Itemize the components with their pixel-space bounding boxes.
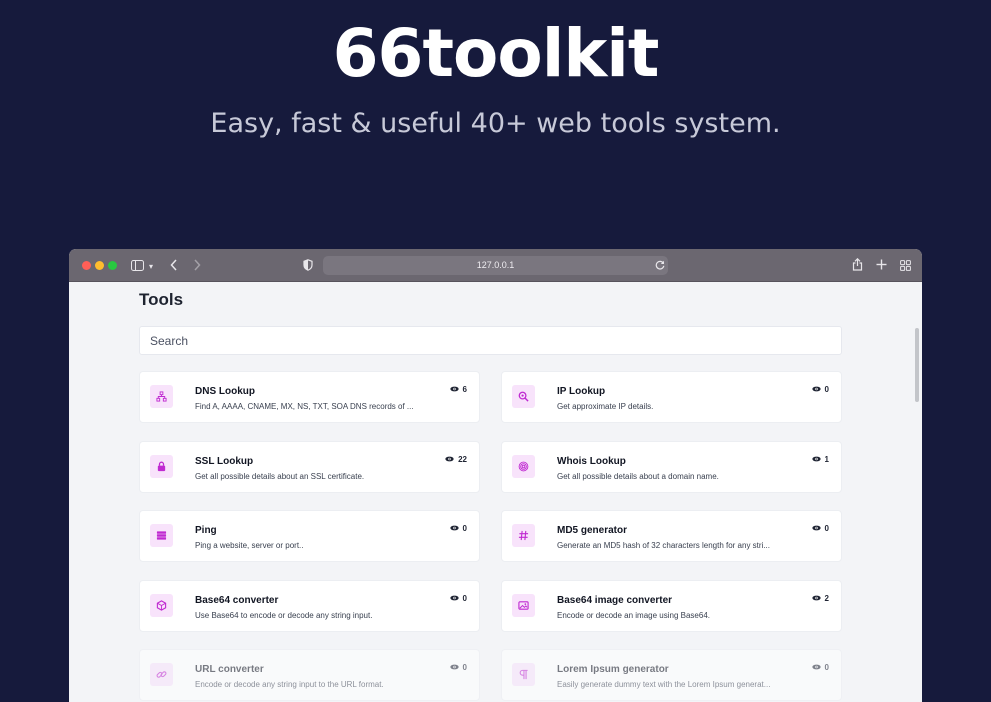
hero-subtitle: Easy, fast & useful 40+ web tools system… xyxy=(210,108,781,139)
tool-description: Find A, AAAA, CNAME, MX, NS, TXT, SOA DN… xyxy=(195,402,414,411)
views-badge: 6 xyxy=(449,385,467,394)
tool-description: Get all possible details about a domain … xyxy=(557,471,719,481)
tool-card[interactable]: Ping Ping a website, server or port.. 0 xyxy=(139,510,480,562)
tool-card[interactable]: IP Lookup Get approximate IP details. 0 xyxy=(501,371,842,423)
tool-name[interactable]: Ping xyxy=(195,525,217,536)
search-input[interactable] xyxy=(139,326,842,355)
tool-card[interactable]: MD5 generator Generate an MD5 hash of 32 … xyxy=(501,510,842,562)
sidebar-toggle-icon[interactable] xyxy=(131,260,144,273)
browser-titlebar: ▾ 127.0.0.1 xyxy=(69,249,922,282)
tool-name[interactable]: Lorem Ipsum generator xyxy=(557,664,669,675)
views-count: 6 xyxy=(462,385,467,394)
eye-icon xyxy=(445,455,454,464)
tool-name[interactable]: URL converter xyxy=(195,664,264,675)
eye-icon xyxy=(811,524,821,533)
tool-card[interactable]: Base64 converter Use Base64 to encode or … xyxy=(139,579,480,632)
network-icon xyxy=(150,385,173,408)
views-count: 2 xyxy=(824,593,829,603)
zoom-window-button[interactable] xyxy=(108,261,117,270)
tool-card[interactable]: SSL Lookup Get all possible details about… xyxy=(139,440,480,493)
eye-icon xyxy=(449,594,459,603)
paragraph-icon xyxy=(512,663,535,686)
views-badge: 0 xyxy=(811,524,829,533)
tool-description: Ping a website, server or port.. xyxy=(195,541,304,550)
scrollbar[interactable] xyxy=(915,328,919,402)
tool-description: Generate an MD5 hash of 32 characters le… xyxy=(557,541,770,550)
page-title: Tools xyxy=(139,290,184,309)
share-icon[interactable] xyxy=(852,257,863,273)
tool-description: Get all possible details about an SSL ce… xyxy=(195,471,365,481)
new-tab-icon[interactable] xyxy=(876,259,887,272)
tool-name[interactable]: SSL Lookup xyxy=(195,456,253,467)
views-badge: 0 xyxy=(811,663,829,672)
tool-name[interactable]: DNS Lookup xyxy=(195,386,255,397)
minimize-window-button[interactable] xyxy=(95,261,104,270)
views-badge: 1 xyxy=(811,454,829,464)
tool-description: Encode or decode an image using Base64. xyxy=(557,610,710,620)
views-count: 0 xyxy=(462,524,467,533)
image-icon xyxy=(512,593,535,617)
tool-card[interactable]: URL converter Encode or decode any string… xyxy=(139,649,480,701)
eye-icon xyxy=(449,524,459,533)
views-count: 1 xyxy=(824,454,829,464)
views-badge: 2 xyxy=(811,593,829,603)
tool-name[interactable]: MD5 generator xyxy=(557,525,627,536)
views-count: 0 xyxy=(462,663,467,672)
views-badge: 22 xyxy=(445,455,467,464)
views-count: 22 xyxy=(458,454,467,464)
tool-name[interactable]: Base64 converter xyxy=(195,595,278,606)
views-count: 0 xyxy=(824,663,829,672)
tool-card[interactable]: Lorem Ipsum generator Easily generate dum… xyxy=(501,649,842,701)
views-count: 0 xyxy=(462,593,467,603)
tool-name[interactable]: Whois Lookup xyxy=(557,456,626,467)
tool-description: Use Base64 to encode or decode any strin… xyxy=(195,610,373,620)
eye-icon xyxy=(811,594,821,603)
server-icon xyxy=(150,524,173,547)
views-count: 0 xyxy=(824,524,829,533)
back-icon[interactable] xyxy=(170,259,178,273)
views-badge: 0 xyxy=(449,524,467,533)
address-bar[interactable]: 127.0.0.1 xyxy=(323,256,668,275)
lock-icon xyxy=(150,454,173,478)
tool-description: Encode or decode any string input to the… xyxy=(195,680,384,689)
views-badge: 0 xyxy=(811,385,829,394)
tool-description: Easily generate dummy text with the Lore… xyxy=(557,680,771,689)
page-content: Tools DNS Lookup Find A, AAAA, CNAME, MX,… xyxy=(69,282,922,702)
search-location-icon xyxy=(512,385,535,408)
close-window-button[interactable] xyxy=(82,261,91,270)
eye-icon xyxy=(811,385,821,394)
tool-name[interactable]: Base64 image converter xyxy=(557,595,672,606)
tool-card[interactable]: Base64 image converter Encode or decode a… xyxy=(501,579,842,632)
tool-description: Get approximate IP details. xyxy=(557,402,654,411)
views-count: 0 xyxy=(824,385,829,394)
eye-icon xyxy=(449,385,459,394)
fingerprint-icon xyxy=(512,454,535,478)
eye-icon xyxy=(811,455,821,464)
link-icon xyxy=(150,663,173,686)
views-badge: 0 xyxy=(449,663,467,672)
reload-icon[interactable] xyxy=(655,260,665,272)
tab-overview-icon[interactable] xyxy=(900,260,911,273)
hashtag-icon xyxy=(512,524,535,547)
forward-icon[interactable] xyxy=(193,259,201,273)
chevron-down-icon[interactable]: ▾ xyxy=(149,261,153,273)
cube-icon xyxy=(150,593,173,617)
tool-card[interactable]: DNS Lookup Find A, AAAA, CNAME, MX, NS, T… xyxy=(139,371,480,423)
eye-icon xyxy=(811,663,821,672)
hero-title: 66toolkit xyxy=(332,15,660,92)
views-badge: 0 xyxy=(449,593,467,603)
shield-icon[interactable] xyxy=(303,259,313,273)
eye-icon xyxy=(449,663,459,672)
tool-card[interactable]: Whois Lookup Get all possible details abo… xyxy=(501,440,842,493)
browser-window: ▾ 127.0.0.1 Tools DNS Lookup Find A, AAAA… xyxy=(69,249,922,702)
tool-name[interactable]: IP Lookup xyxy=(557,386,605,397)
